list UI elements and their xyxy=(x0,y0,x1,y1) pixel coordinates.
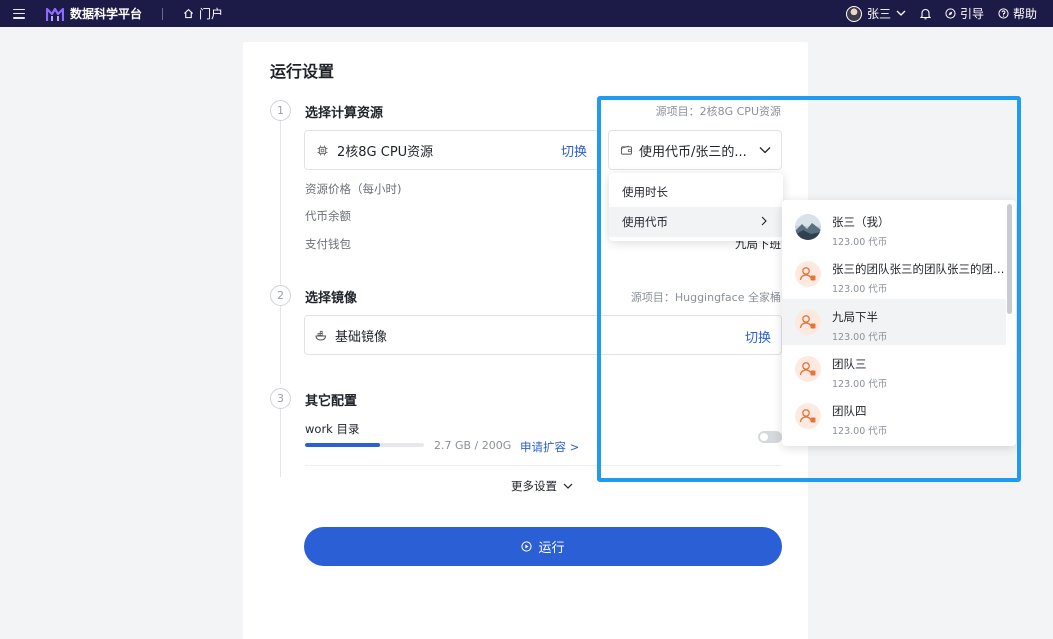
app-title: 数据科学平台 xyxy=(70,7,143,21)
wallet-balance: 123.00 代币 xyxy=(832,426,888,437)
portal-home-link[interactable]: 门户 xyxy=(183,5,223,22)
chevron-right-icon xyxy=(761,216,767,226)
switch-image-button[interactable]: 切换 xyxy=(745,327,771,346)
compute-resource-name: 2核8G CPU资源 xyxy=(337,144,434,160)
dropdown-item-label: 使用时长 xyxy=(622,185,668,199)
work-directory-toggle[interactable] xyxy=(758,431,782,443)
work-directory-label: work 目录 xyxy=(305,422,360,436)
payment-method-dropdown: 使用时长 使用代币 xyxy=(609,173,783,241)
more-settings-toggle[interactable]: 更多设置 xyxy=(511,478,573,494)
chevron-down-icon xyxy=(896,10,906,16)
dropdown-item-use-tokens[interactable]: 使用代币 xyxy=(609,207,783,237)
wallet-name: 张三的团队张三的团队张三的团队张三的团队 xyxy=(832,262,1006,276)
wallet-name: 九局下半 xyxy=(832,310,878,324)
user-menu[interactable]: 张三 xyxy=(845,5,906,22)
storage-usage-bar xyxy=(305,443,424,447)
switch-compute-button[interactable]: 切换 xyxy=(561,141,587,160)
step-connector-line xyxy=(280,120,281,284)
step-connector-line xyxy=(280,409,281,477)
image-selector[interactable]: 基础镜像 xyxy=(304,315,782,355)
dropdown-item-label: 使用代币 xyxy=(622,215,668,229)
step-number-3: 3 xyxy=(270,388,291,409)
play-circle-icon xyxy=(521,541,533,552)
wallet-balance: 123.00 代币 xyxy=(832,237,888,248)
step-title-other: 其它配置 xyxy=(305,394,358,409)
help-link[interactable]: 帮助 xyxy=(998,5,1037,22)
notification-bell-icon[interactable] xyxy=(919,8,931,20)
wallet-icon xyxy=(621,145,632,155)
guide-label: 引导 xyxy=(959,7,984,21)
payment-wallet-label: 支付钱包 xyxy=(305,237,351,251)
more-settings-label: 更多设置 xyxy=(511,479,557,493)
request-expansion-link[interactable]: 申请扩容 > xyxy=(520,439,579,455)
wallet-option-team[interactable]: 张三的团队张三的团队张三的团队张三的团队 123.00 代币 xyxy=(782,251,1006,297)
wallet-option-team[interactable]: 团队四 123.00 代币 xyxy=(782,393,1006,439)
home-icon xyxy=(184,8,194,19)
help-label: 帮助 xyxy=(1012,7,1037,21)
run-settings-panel: 运行设置 1 选择计算资源 源项目：2核8G CPU资源 2核8G CPU资源 … xyxy=(243,42,808,639)
page-title: 运行设置 xyxy=(270,62,335,81)
payment-method-select[interactable]: 使用代币/张三的... xyxy=(608,130,782,170)
image-source-note: 源项目：Huggingface 全家桶 xyxy=(630,291,781,304)
wallet-submenu: 张三（我） 123.00 代币 张三的团队张三的团队张三的团队张三的团队 123… xyxy=(782,200,1016,446)
wallet-option-personal[interactable]: 张三（我） 123.00 代币 xyxy=(782,204,1006,250)
step-title-image: 选择镜像 xyxy=(305,291,358,306)
section-divider xyxy=(305,465,782,466)
chevron-down-icon xyxy=(563,483,573,489)
chevron-down-icon xyxy=(759,147,771,154)
platform-logo-icon xyxy=(46,7,64,21)
team-avatar-icon xyxy=(795,356,821,382)
step-number-2: 2 xyxy=(270,285,291,306)
image-name: 基础镜像 xyxy=(335,329,388,345)
wallet-option-team[interactable]: 团队三 123.00 代币 xyxy=(782,346,1006,392)
token-balance-label: 代币余额 xyxy=(305,209,351,223)
wallet-name: 团队三 xyxy=(832,357,867,371)
topbar-divider xyxy=(162,7,164,20)
run-button-label: 运行 xyxy=(538,541,565,556)
wallet-balance: 123.00 代币 xyxy=(832,284,888,295)
container-image-icon xyxy=(315,330,327,341)
dropdown-item-usage-time[interactable]: 使用时长 xyxy=(609,177,783,207)
compute-source-note: 源项目：2核8G CPU资源 xyxy=(655,105,781,118)
storage-usage-fill xyxy=(305,443,380,447)
compute-resource-selector[interactable]: 2核8G CPU资源 xyxy=(304,130,600,170)
step-connector-line xyxy=(280,306,281,384)
team-avatar-icon xyxy=(795,261,821,287)
run-button[interactable]: 运行 xyxy=(304,527,782,566)
step-number-1: 1 xyxy=(270,100,291,121)
step-title-compute: 选择计算资源 xyxy=(305,106,384,121)
payment-method-value: 使用代币/张三的... xyxy=(639,144,747,160)
compass-icon xyxy=(945,8,956,19)
wallet-option-team-selected[interactable]: 九局下半 123.00 代币 xyxy=(782,299,1006,345)
wallet-name: 团队四 xyxy=(832,404,867,418)
wallet-balance: 123.00 代币 xyxy=(832,332,888,343)
top-navigation-bar: 数据科学平台 门户 张三 引导 帮助 xyxy=(0,0,1053,27)
wallet-balance: 123.00 代币 xyxy=(832,379,888,390)
user-avatar xyxy=(795,214,821,240)
wallet-name: 张三（我） xyxy=(832,215,890,229)
cpu-chip-icon xyxy=(317,144,328,156)
storage-usage-text: 2.7 GB / 200G xyxy=(434,439,512,452)
user-avatar xyxy=(845,5,862,22)
team-avatar-icon xyxy=(795,403,821,429)
hamburger-menu-icon[interactable] xyxy=(13,8,25,19)
guide-link[interactable]: 引导 xyxy=(945,5,984,22)
help-circle-icon xyxy=(998,8,1009,19)
team-avatar-icon xyxy=(795,309,821,335)
resource-price-label: 资源价格（每小时) xyxy=(305,182,402,196)
portal-home-label: 门户 xyxy=(199,7,224,21)
submenu-scrollbar[interactable] xyxy=(1007,204,1012,314)
user-name: 张三 xyxy=(866,7,891,21)
